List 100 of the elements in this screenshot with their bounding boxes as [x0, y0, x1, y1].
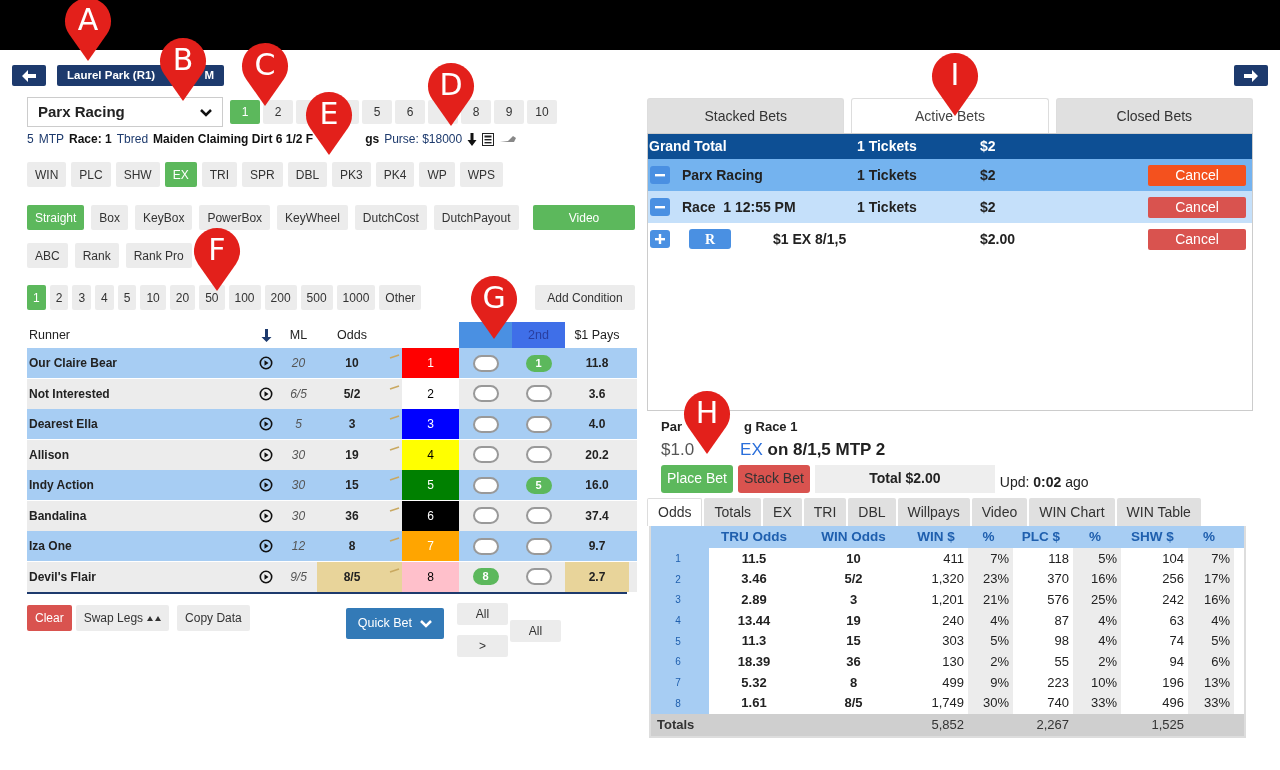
callout-tooltip: G — [470, 274, 518, 340]
slip-title: g Race 1 — [743, 418, 798, 436]
slip-title: Par — [661, 418, 682, 436]
table-cell: 10% — [1073, 672, 1121, 693]
runner-name: Not Interested — [28, 385, 111, 403]
morning-line: 12 — [290, 538, 307, 555]
table-cell: 33% — [1073, 692, 1121, 714]
morning-line: 30 — [290, 446, 307, 464]
runner-name: Dearest Ella — [28, 416, 99, 433]
payout-cell-text: 11.8 — [584, 355, 610, 372]
table-cell: 5% — [968, 630, 1013, 652]
row-number: 6 — [651, 651, 709, 673]
column-header: % — [981, 527, 996, 546]
column-header: WIN Odds — [820, 527, 887, 546]
bet-amount: $2.00 — [980, 229, 1017, 249]
odds-cell: 8/5 — [317, 561, 387, 592]
column-header: $1 Pays — [573, 326, 621, 344]
table-cell: 7% — [968, 548, 1013, 569]
odds-cell-text: 19 — [344, 446, 360, 464]
total-amount: Total $2.00 — [814, 464, 995, 493]
column-header: % — [1202, 527, 1216, 546]
row-number: 8 — [651, 692, 709, 714]
bet-name: $1 EX 8/1,5 — [773, 229, 847, 249]
odds-cell-text: 8 — [347, 538, 357, 555]
table-cell: 13% — [1188, 672, 1234, 693]
table-cell: 21% — [968, 589, 1013, 611]
table-cell-text: 1,525 — [1150, 715, 1185, 734]
callout-tooltip: F — [193, 226, 241, 292]
column-header: 2nd — [512, 322, 565, 348]
odds-cell-text: 15 — [344, 477, 360, 494]
race-info-text: gs — [365, 131, 380, 148]
bet-amount: $2 — [980, 165, 997, 185]
program-number: 3 — [402, 409, 459, 439]
odds-cell-text: 5/2 — [342, 385, 362, 403]
morning-line: 20 — [290, 355, 307, 372]
runner-name: Indy Action — [28, 477, 95, 494]
column-header: PLC $ — [1020, 527, 1062, 546]
row-number: 5 — [651, 630, 709, 652]
totals-label: Totals — [656, 715, 696, 734]
row-number: 2 — [651, 568, 709, 590]
bet-name: Parx Racing — [681, 165, 764, 185]
table-cell: 25% — [1073, 589, 1121, 611]
ticket-count: 1 Tickets — [857, 197, 918, 217]
table-cell: 5% — [1188, 630, 1234, 652]
runner-name: Our Claire Bear — [28, 355, 119, 372]
row-number: 7 — [651, 672, 709, 693]
table-cell: 16% — [1188, 589, 1234, 611]
race-info-text: Race: 1 — [69, 131, 112, 148]
callout-tooltip: C — [241, 41, 289, 107]
payout-cell-text: 4.0 — [587, 416, 607, 433]
table-cell-text: 2,267 — [1035, 715, 1070, 734]
table-cell: 7% — [1188, 548, 1234, 569]
payout-cell-text: 20.2 — [584, 446, 610, 464]
bet-badge: R — [689, 229, 731, 249]
program-number: 7 — [402, 531, 459, 561]
table-cell: 2% — [968, 651, 1013, 673]
race-info-text: Tbred — [116, 131, 149, 148]
morning-line: 5 — [294, 416, 303, 433]
column-header: % — [1088, 527, 1102, 546]
table-cell: 30% — [968, 692, 1013, 714]
bet-name: Race 1 12:55 PM — [681, 197, 797, 217]
payout-cell-text: 16.0 — [584, 477, 610, 494]
runner-name: Allison — [28, 446, 70, 464]
table-cell: 4% — [1073, 630, 1121, 652]
race-info-text: Maiden Claiming Dirt 6 1/2 F — [153, 131, 314, 148]
odds-cell-text: 3 — [347, 416, 357, 433]
race-info-text: MTP — [38, 131, 65, 148]
update-time: Upd: 0:02 ago — [999, 473, 1089, 492]
program-number: 6 — [402, 500, 459, 531]
program-number: 4 — [402, 439, 459, 470]
table-cell: 9% — [968, 672, 1013, 693]
program-number: 5 — [402, 470, 459, 500]
bet-amount: $2 — [980, 137, 997, 156]
payout-cell-text: 9.7 — [587, 538, 607, 555]
morning-line: 30 — [290, 507, 307, 525]
table-cell: 4% — [1188, 610, 1234, 631]
morning-line: 6/5 — [289, 385, 308, 403]
program-number: 2 — [402, 378, 459, 409]
program-number: 8 — [402, 561, 459, 592]
payout-cell-text: 37.4 — [584, 507, 610, 525]
table-cell: 16% — [1073, 568, 1121, 590]
runner-name: Devil's Flair — [28, 568, 97, 586]
table-cell-text: 5,852 — [930, 715, 965, 734]
table-cell: 23% — [968, 568, 1013, 590]
column-header: TRU Odds — [720, 527, 788, 546]
race-info-text: Purse: $18000 — [384, 131, 463, 148]
column-header: ML — [288, 326, 309, 344]
table-cell: 6% — [1188, 651, 1234, 673]
row-number: 1 — [651, 548, 709, 569]
bet-amount: $1.0 — [661, 438, 695, 461]
table-cell: 4% — [1073, 610, 1121, 631]
morning-line: 30 — [290, 477, 307, 494]
table-cell: 33% — [1188, 692, 1234, 714]
callout-tooltip: A — [64, 0, 112, 62]
runner-name: Iza One — [28, 538, 73, 555]
odds-cell-text: 10 — [344, 355, 360, 372]
row-number: 3 — [651, 589, 709, 611]
row-number: 4 — [651, 610, 709, 631]
column-header: Runner — [28, 326, 71, 344]
column-header: WIN $ — [916, 527, 956, 546]
